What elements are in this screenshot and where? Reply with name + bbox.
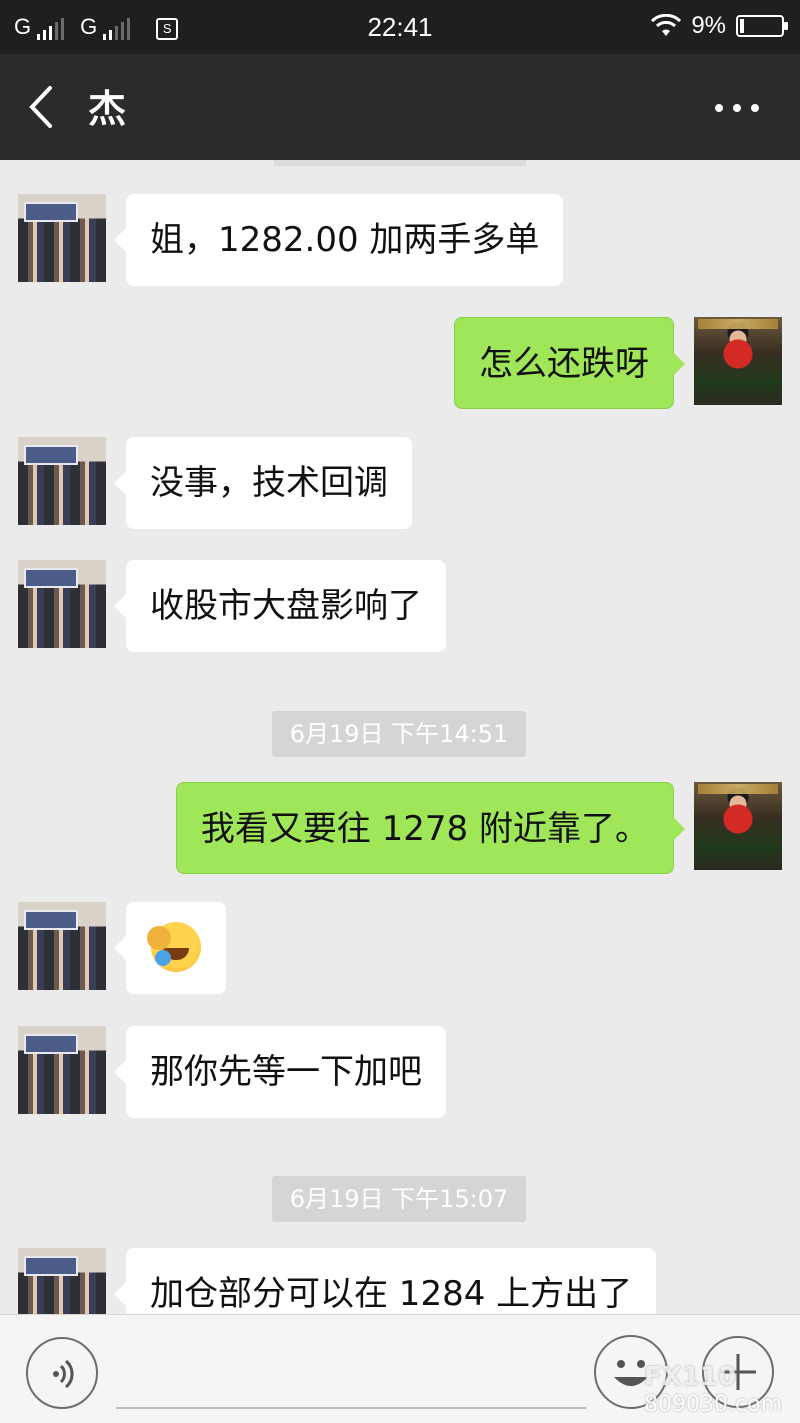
contact-avatar[interactable]: [18, 560, 106, 648]
message-input[interactable]: [116, 1351, 586, 1409]
laugh-cry-facepalm-emoji-icon: [147, 921, 201, 972]
timestamp-divider: 6月19日 下午14:51: [272, 711, 526, 757]
voice-input-button[interactable]: [26, 1337, 98, 1409]
contact-avatar[interactable]: [18, 437, 106, 525]
more-dots-icon: [715, 104, 759, 112]
contact-avatar[interactable]: [18, 1248, 106, 1314]
chat-title: 杰: [88, 87, 127, 131]
message-bubble-incoming[interactable]: 姐，1282.00 加两手多单: [113, 194, 564, 286]
message-bubble-outgoing[interactable]: 我看又要往 1278 附近靠了。: [175, 782, 686, 874]
contact-avatar[interactable]: [18, 902, 106, 990]
message-bubble-incoming[interactable]: 加仓部分可以在 1284 上方出了: [113, 1248, 657, 1314]
contact-avatar[interactable]: [18, 194, 106, 282]
status-bar: G G S 22:41 9%: [0, 0, 800, 54]
message-bubble-incoming[interactable]: 没事，技术回调: [114, 437, 412, 529]
battery-percent: 9%: [691, 12, 726, 39]
wifi-icon: [651, 14, 682, 36]
voice-wave-icon: [53, 1359, 74, 1389]
message-bubble-emoji[interactable]: [114, 902, 226, 994]
previous-timestamp-stub: [274, 160, 526, 166]
watermark-brand: FX110: [644, 1362, 737, 1392]
back-button[interactable]: [22, 82, 62, 132]
chevron-left-icon: [29, 86, 52, 128]
my-avatar[interactable]: [694, 782, 782, 870]
contact-avatar[interactable]: [18, 1026, 106, 1114]
message-bubble-incoming[interactable]: 那你先等一下加吧: [114, 1026, 446, 1118]
input-bar: FX110 809030.com: [0, 1314, 800, 1423]
watermark-url: 809030.com: [644, 1392, 782, 1417]
status-right: 9%: [651, 12, 788, 40]
chat-header: 杰: [0, 54, 800, 160]
chat-area[interactable]: 姐，1282.00 加两手多单 怎么还跌呀 没事，技术回调 收股市大盘影响了 6…: [0, 160, 800, 1314]
message-bubble-outgoing[interactable]: 怎么还跌呀: [454, 317, 685, 409]
watermark: FX110 809030.com: [644, 1362, 782, 1417]
more-options-button[interactable]: [714, 100, 760, 114]
battery-icon: [736, 15, 788, 37]
my-avatar[interactable]: [694, 317, 782, 405]
message-bubble-incoming[interactable]: 收股市大盘影响了: [114, 560, 446, 652]
timestamp-divider: 6月19日 下午15:07: [272, 1176, 526, 1222]
